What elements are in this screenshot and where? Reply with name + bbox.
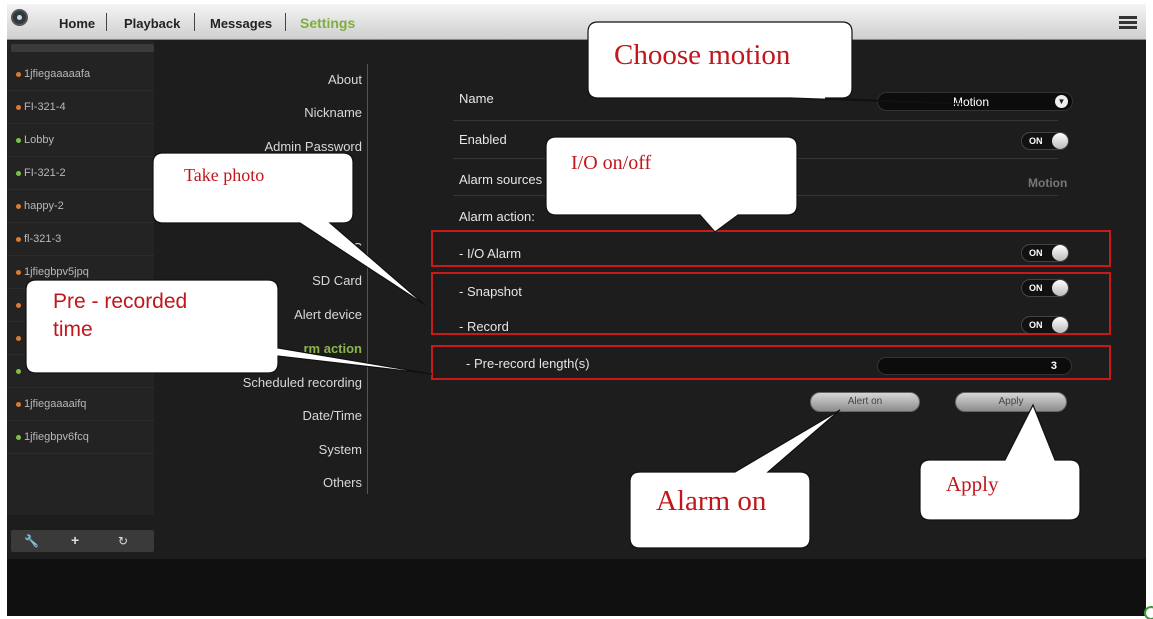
- callout-prerecorded-text-line1: Pre - recorded: [53, 290, 188, 313]
- callout-apply-text: Apply: [946, 472, 999, 496]
- callout-io-onoff-text: I/O on/off: [571, 152, 652, 174]
- callout-apply: [919, 403, 1081, 521]
- callout-take-photo-text: Take photo: [184, 165, 265, 185]
- callout-alarm-on: [629, 409, 841, 549]
- callout-choose-motion-text: Choose motion: [614, 39, 791, 71]
- callout-alarm-on-text: Alarm on: [656, 485, 767, 517]
- callout-prerecorded-text-line2: time: [53, 318, 93, 341]
